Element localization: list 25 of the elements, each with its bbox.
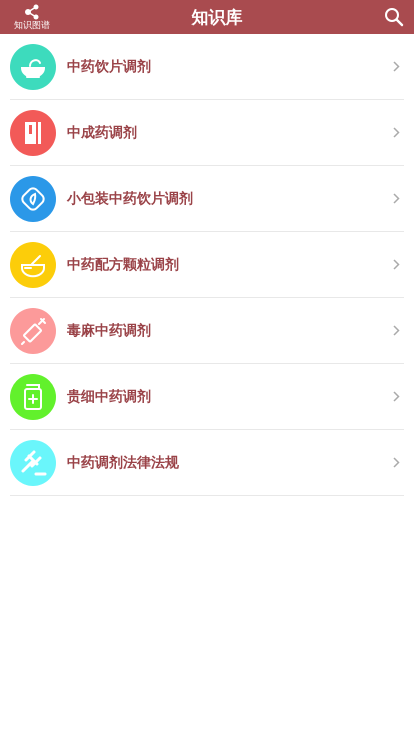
chevron-icon: [393, 457, 400, 468]
item-label: 中药饮片调剂: [67, 58, 152, 76]
item-label: 中成药调剂: [67, 124, 138, 142]
list-item[interactable]: 贵细中药调剂: [10, 364, 404, 430]
list-item[interactable]: 中药配方颗粒调剂: [10, 232, 404, 298]
logo-label[interactable]: 知识图谱: [14, 21, 50, 31]
item-label: 中药配方颗粒调剂: [67, 256, 180, 274]
share-icon[interactable]: [23, 3, 41, 21]
item-label: 小包装中药饮片调剂: [67, 190, 194, 208]
search-icon[interactable]: [384, 7, 404, 27]
list-item[interactable]: 中药调剂法律法规: [10, 430, 404, 496]
chevron-icon: [393, 193, 400, 204]
item-label: 毒麻中药调剂: [67, 322, 152, 340]
list-item[interactable]: 小包装中药饮片调剂: [10, 166, 404, 232]
list-item[interactable]: 毒麻中药调剂: [10, 298, 404, 364]
item-label: 中药调剂法律法规: [67, 454, 180, 472]
chevron-icon: [393, 127, 400, 138]
list-item[interactable]: 中药饮片调剂: [10, 34, 404, 100]
item-label: 贵细中药调剂: [67, 388, 152, 406]
list-item[interactable]: 中成药调剂: [10, 100, 404, 166]
page-title: 知识库: [192, 6, 242, 28]
chevron-icon: [393, 391, 400, 402]
chevron-icon: [393, 325, 400, 336]
chevron-icon: [393, 259, 400, 270]
chevron-icon: [393, 61, 400, 72]
